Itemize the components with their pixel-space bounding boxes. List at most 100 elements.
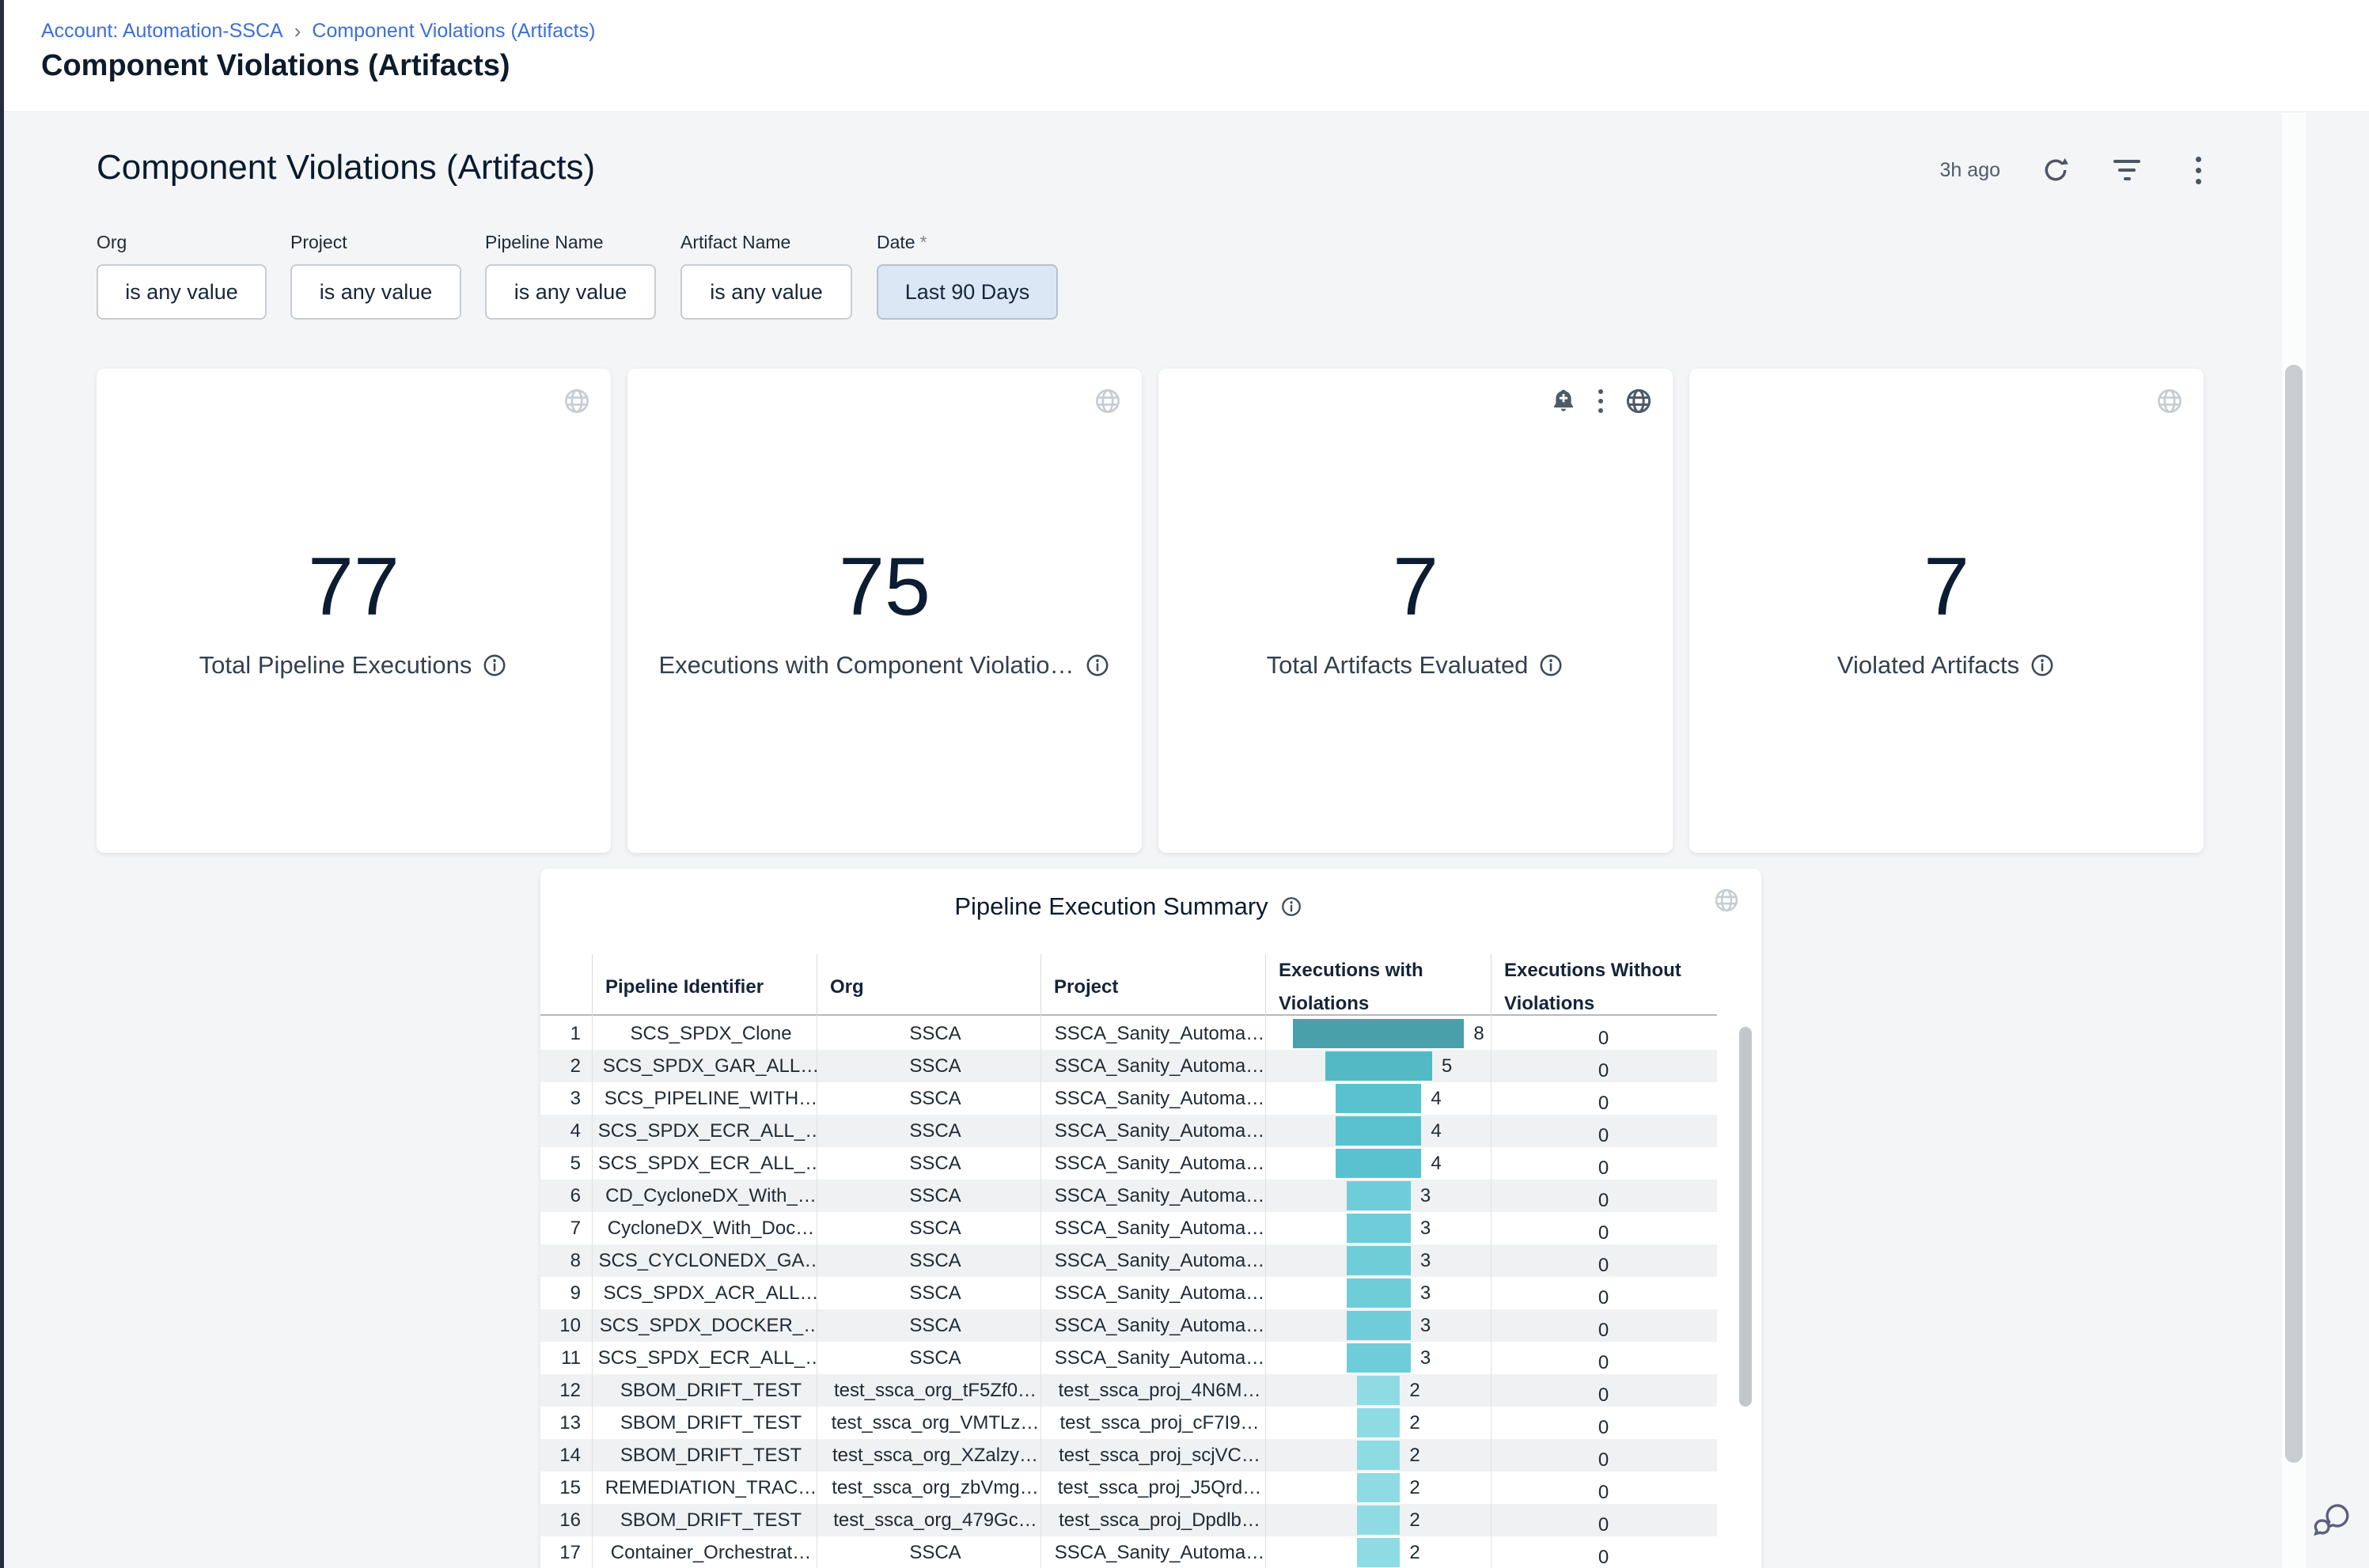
info-icon[interactable] [481, 652, 508, 679]
table-row[interactable]: 10SCS_SPDX_DOCKER_…SSCASSCA_Sanity_Autom… [540, 1309, 1717, 1342]
cell-pipeline-identifier[interactable]: CycloneDX_With_Doc… [592, 1212, 817, 1244]
page-scrollbar-thumb[interactable] [2285, 365, 2303, 1463]
cell-project[interactable]: SSCA_Sanity_Automa… [1040, 1212, 1265, 1244]
cell-org[interactable]: SSCA [817, 1180, 1040, 1212]
info-icon[interactable] [1084, 652, 1111, 679]
cell-org[interactable]: test_ssca_org_zbVmg… [817, 1471, 1040, 1504]
chat-icon[interactable] [2310, 1498, 2353, 1541]
kebab-menu-icon[interactable] [1598, 389, 1603, 413]
cell-executions-without-violations[interactable]: 0 [1491, 1244, 1717, 1277]
cell-project[interactable]: SSCA_Sanity_Automa… [1040, 1244, 1265, 1277]
info-icon[interactable] [1537, 652, 1564, 679]
cell-executions-with-violations[interactable]: 2 [1265, 1536, 1491, 1568]
cell-executions-without-violations[interactable]: 0 [1491, 1536, 1717, 1568]
cell-org[interactable]: test_ssca_org_XZalzy… [817, 1439, 1040, 1471]
cell-org[interactable]: SSCA [817, 1115, 1040, 1147]
cell-executions-with-violations[interactable]: 2 [1265, 1374, 1491, 1407]
cell-pipeline-identifier[interactable]: SBOM_DRIFT_TEST [592, 1504, 817, 1536]
cell-project[interactable]: test_ssca_proj_scjVC… [1040, 1439, 1265, 1471]
table-row[interactable]: 14SBOM_DRIFT_TESTtest_ssca_org_XZalzy…te… [540, 1439, 1717, 1471]
cell-org[interactable]: test_ssca_org_tF5Zf0… [817, 1374, 1040, 1407]
table-row[interactable]: 16SBOM_DRIFT_TESTtest_ssca_org_479Gc…tes… [540, 1504, 1717, 1536]
table-row[interactable]: 11SCS_SPDX_ECR_ALL_…SSCASSCA_Sanity_Auto… [540, 1342, 1717, 1374]
cell-pipeline-identifier[interactable]: SCS_SPDX_ECR_ALL_… [592, 1342, 817, 1374]
globe-icon[interactable] [2155, 386, 2185, 416]
cell-executions-with-violations[interactable]: 5 [1265, 1050, 1491, 1082]
cell-project[interactable]: SSCA_Sanity_Automa… [1040, 1050, 1265, 1082]
cell-pipeline-identifier[interactable]: SCS_PIPELINE_WITH… [592, 1082, 817, 1115]
table-row[interactable]: 12SBOM_DRIFT_TESTtest_ssca_org_tF5Zf0…te… [540, 1374, 1717, 1407]
cell-org[interactable]: SSCA [817, 1342, 1040, 1374]
bell-plus-icon[interactable] [1549, 387, 1578, 415]
cell-pipeline-identifier[interactable]: SCS_SPDX_ACR_ALL… [592, 1277, 817, 1309]
cell-executions-without-violations[interactable]: 0 [1491, 1471, 1717, 1504]
column-header-pipeline-identifier[interactable]: Pipeline Identifier [592, 954, 817, 1021]
cell-pipeline-identifier[interactable]: SBOM_DRIFT_TEST [592, 1374, 817, 1407]
cell-executions-with-violations[interactable]: 3 [1265, 1212, 1491, 1244]
cell-project[interactable]: SSCA_Sanity_Automa… [1040, 1342, 1265, 1374]
cell-project[interactable]: SSCA_Sanity_Automa… [1040, 1309, 1265, 1342]
cell-executions-without-violations[interactable]: 0 [1491, 1504, 1717, 1536]
cell-pipeline-identifier[interactable]: SCS_SPDX_ECR_ALL_… [592, 1147, 817, 1180]
cell-executions-with-violations[interactable]: 2 [1265, 1439, 1491, 1471]
cell-executions-without-violations[interactable]: 0 [1491, 1115, 1717, 1147]
filter-pipeline-name-chip[interactable]: is any value [485, 264, 656, 320]
table-row[interactable]: 3SCS_PIPELINE_WITH…SSCASSCA_Sanity_Autom… [540, 1082, 1717, 1115]
cell-org[interactable]: SSCA [817, 1147, 1040, 1180]
cell-project[interactable]: SSCA_Sanity_Automa… [1040, 1277, 1265, 1309]
kebab-menu-icon[interactable] [2182, 154, 2214, 186]
globe-icon[interactable] [562, 386, 592, 416]
cell-pipeline-identifier[interactable]: SBOM_DRIFT_TEST [592, 1407, 817, 1439]
cell-executions-with-violations[interactable]: 8 [1265, 1017, 1491, 1050]
cell-pipeline-identifier[interactable]: CD_CycloneDX_With_… [592, 1180, 817, 1212]
column-header-org[interactable]: Org [817, 954, 1040, 1021]
column-header-executions-with-violations[interactable]: Executions withViolations [1265, 954, 1491, 1021]
cell-pipeline-identifier[interactable]: REMEDIATION_TRAC… [592, 1471, 817, 1504]
cell-executions-without-violations[interactable]: 0 [1491, 1407, 1717, 1439]
cell-executions-with-violations[interactable]: 4 [1265, 1147, 1491, 1180]
cell-org[interactable]: SSCA [817, 1082, 1040, 1115]
cell-executions-with-violations[interactable]: 2 [1265, 1471, 1491, 1504]
cell-pipeline-identifier[interactable]: SCS_SPDX_DOCKER_… [592, 1309, 817, 1342]
cell-pipeline-identifier[interactable]: SCS_SPDX_GAR_ALL… [592, 1050, 817, 1082]
cell-org[interactable]: test_ssca_org_VMTLz… [817, 1407, 1040, 1439]
table-row[interactable]: 7CycloneDX_With_Doc…SSCASSCA_Sanity_Auto… [540, 1212, 1717, 1244]
cell-pipeline-identifier[interactable]: SCS_CYCLONEDX_GA… [592, 1244, 817, 1277]
cell-executions-without-violations[interactable]: 0 [1491, 1439, 1717, 1471]
cell-pipeline-identifier[interactable]: SBOM_DRIFT_TEST [592, 1439, 817, 1471]
table-row[interactable]: 9SCS_SPDX_ACR_ALL…SSCASSCA_Sanity_Automa… [540, 1277, 1717, 1309]
table-row[interactable]: 15REMEDIATION_TRAC…test_ssca_org_zbVmg…t… [540, 1471, 1717, 1504]
cell-executions-with-violations[interactable]: 3 [1265, 1180, 1491, 1212]
cell-executions-with-violations[interactable]: 4 [1265, 1082, 1491, 1115]
table-row[interactable]: 6CD_CycloneDX_With_…SSCASSCA_Sanity_Auto… [540, 1180, 1717, 1212]
cell-executions-with-violations[interactable]: 3 [1265, 1244, 1491, 1277]
filter-project-chip[interactable]: is any value [290, 264, 461, 320]
cell-project[interactable]: test_ssca_proj_Dpdlb… [1040, 1504, 1265, 1536]
cell-org[interactable]: test_ssca_org_479Gc… [817, 1504, 1040, 1536]
refresh-icon[interactable] [2040, 154, 2071, 186]
cell-project[interactable]: test_ssca_proj_J5Qrd… [1040, 1471, 1265, 1504]
cell-executions-without-violations[interactable]: 0 [1491, 1374, 1717, 1407]
cell-executions-with-violations[interactable]: 2 [1265, 1504, 1491, 1536]
cell-project[interactable]: SSCA_Sanity_Automa… [1040, 1147, 1265, 1180]
info-icon[interactable] [1279, 895, 1303, 918]
cell-executions-without-violations[interactable]: 0 [1491, 1277, 1717, 1309]
cell-executions-with-violations[interactable]: 3 [1265, 1342, 1491, 1374]
breadcrumb-page-link[interactable]: Component Violations (Artifacts) [312, 20, 595, 43]
cell-project[interactable]: test_ssca_proj_4N6M… [1040, 1374, 1265, 1407]
cell-pipeline-identifier[interactable]: SCS_SPDX_Clone [592, 1017, 817, 1050]
cell-pipeline-identifier[interactable]: SCS_SPDX_ECR_ALL_… [592, 1115, 817, 1147]
info-icon[interactable] [2029, 652, 2056, 679]
cell-executions-without-violations[interactable]: 0 [1491, 1147, 1717, 1180]
cell-org[interactable]: SSCA [817, 1277, 1040, 1309]
table-row[interactable]: 17Container_Orchestrat…SSCASSCA_Sanity_A… [540, 1536, 1717, 1568]
cell-org[interactable]: SSCA [817, 1017, 1040, 1050]
breadcrumb-account-link[interactable]: Account: Automation-SSCA [41, 20, 283, 43]
cell-executions-with-violations[interactable]: 3 [1265, 1277, 1491, 1309]
cell-org[interactable]: SSCA [817, 1309, 1040, 1342]
cell-org[interactable]: SSCA [817, 1244, 1040, 1277]
table-row[interactable]: 2SCS_SPDX_GAR_ALL…SSCASSCA_Sanity_Automa… [540, 1050, 1717, 1082]
cell-project[interactable]: SSCA_Sanity_Automa… [1040, 1017, 1265, 1050]
cell-executions-with-violations[interactable]: 2 [1265, 1407, 1491, 1439]
globe-icon[interactable] [1624, 386, 1654, 416]
